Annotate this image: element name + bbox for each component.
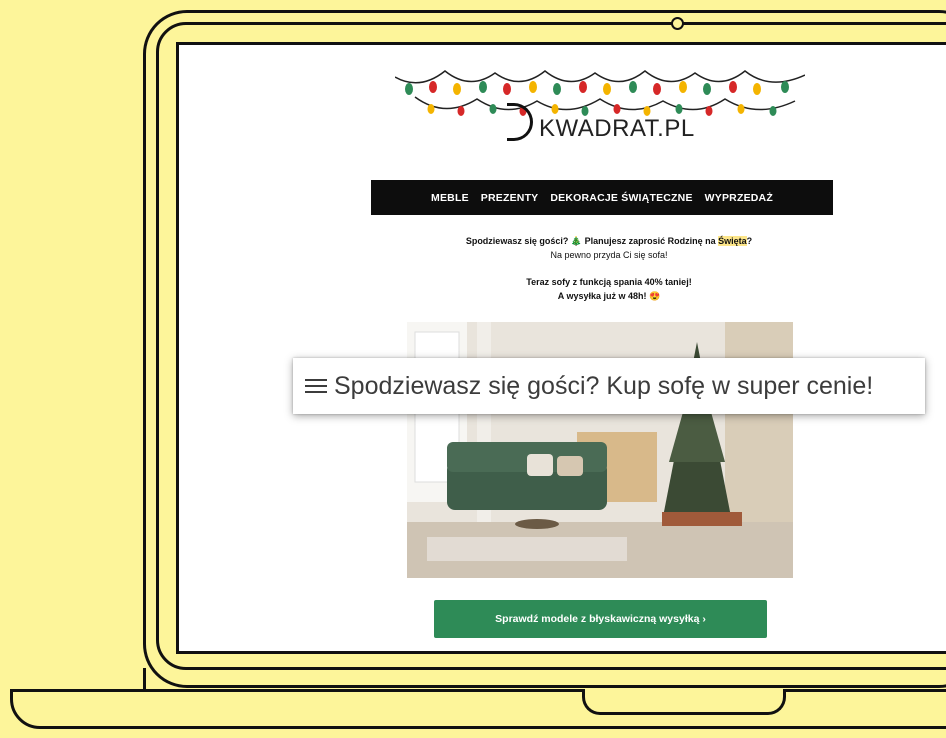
menu-icon[interactable]: [305, 375, 327, 397]
christmas-lights-icon: [395, 70, 805, 116]
intro-line-1: Spodziewasz się gości? 🎄 Planujesz zapro…: [359, 236, 859, 247]
email-subject-bar: Spodziewasz się gości? Kup sofę w super …: [293, 358, 925, 414]
intro-question-2: Planujesz zaprosić Rodzinę na: [584, 236, 716, 246]
logo-text[interactable]: KWADRAT.PL: [539, 115, 695, 143]
nav-item-prezenty[interactable]: PREZENTY: [481, 192, 539, 204]
laptop-screen: KWADRAT.PL MEBLE PREZENTY DEKORACJE ŚWIĄ…: [176, 42, 946, 654]
intro-question-1: Spodziewasz się gości?: [465, 236, 569, 246]
cta-button[interactable]: Sprawdź modele z błyskawiczną wysyłką ›: [434, 600, 767, 638]
webcam-icon: [671, 17, 684, 30]
heart-eyes-emoji: 😍: [649, 291, 661, 301]
email-subject: Spodziewasz się gości? Kup sofę w super …: [334, 371, 874, 400]
promo-text: A wysyłka już w 48h!: [557, 291, 647, 301]
promo-line-1: Teraz sofy z funkcją spania 40% taniej!: [526, 277, 692, 287]
email-body: KWADRAT.PL MEBLE PREZENTY DEKORACJE ŚWIĄ…: [359, 49, 859, 651]
main-nav: MEBLE PREZENTY DEKORACJE ŚWIĄTECZNE WYPR…: [371, 180, 833, 215]
intro-line-2: Na pewno przyda Ci się sofa!: [550, 250, 668, 260]
nav-item-meble[interactable]: MEBLE: [431, 192, 469, 204]
nav-item-dekoracje[interactable]: DEKORACJE ŚWIĄTECZNE: [550, 192, 692, 204]
laptop-notch: [582, 689, 786, 715]
laptop-hinge: [143, 668, 946, 690]
tree-emoji: 🎄: [570, 236, 583, 246]
intro-highlight: Święta: [718, 236, 747, 246]
laptop-base: [10, 689, 946, 729]
promo-line-2: A wysyłka już w 48h! 😍: [359, 291, 859, 302]
nav-item-wyprzedaz[interactable]: WYPRZEDAŻ: [705, 192, 773, 204]
intro-question-mark: ?: [746, 236, 753, 246]
